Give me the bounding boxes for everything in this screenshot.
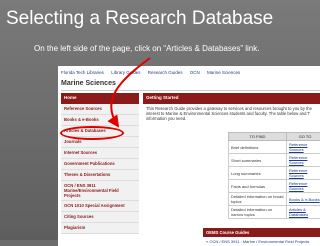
- slide-subtitle: On the left side of the page, click on “…: [34, 44, 259, 53]
- table-link[interactable]: Reference Sources: [286, 141, 320, 154]
- sidebar-item-government-publications[interactable]: Government Publications: [61, 159, 139, 170]
- sidebar-item-home[interactable]: Home: [61, 93, 139, 104]
- table-link[interactable]: Reference Sources: [286, 180, 320, 193]
- divider: [61, 90, 320, 91]
- slide-title: Selecting a Research Database: [6, 8, 273, 30]
- breadcrumb-item[interactable]: Florida Tech Libraries: [61, 70, 104, 75]
- sidebar-item-plagiarism[interactable]: Plagiarism: [61, 223, 139, 234]
- table-row: Long summaries Reference Sources: [229, 167, 320, 180]
- sidebar-item-special-assignment[interactable]: OCN 1010 Special Assignment: [61, 201, 139, 212]
- oems-header: OEMS Course Guides: [203, 228, 320, 237]
- table-cell: Short summaries: [229, 154, 287, 167]
- breadcrumb-item[interactable]: Research Guides: [148, 70, 183, 75]
- page-title: Marine Sciences: [61, 80, 116, 87]
- sidebar-item-field-projects[interactable]: OCN / ENS 3911 Marine/Environmental Fiel…: [61, 181, 139, 201]
- table-row: Brief definitions Reference Sources: [229, 141, 320, 154]
- slide-background: Selecting a Research Database On the lef…: [0, 0, 320, 240]
- oems-course-guides: OEMS Course Guides » OCN / ENS 3911 : Ma…: [203, 228, 320, 246]
- sidebar-item-citing-sources[interactable]: Citing Sources: [61, 212, 139, 223]
- breadcrumb-item[interactable]: OCN: [190, 70, 200, 75]
- table-row: Detailed information on broad topics Boo…: [229, 193, 320, 206]
- breadcrumb: Florida Tech Libraries Library Guides Re…: [61, 70, 246, 75]
- table-row: Detailed information on narrow topics Ar…: [229, 206, 320, 219]
- highlight-circle: [60, 126, 124, 140]
- table-cell: Detailed information on narrow topics: [229, 206, 287, 219]
- breadcrumb-item[interactable]: Marine Sciences: [207, 70, 240, 75]
- table-cell: Brief definitions: [229, 141, 287, 154]
- sidebar-item-reference-sources[interactable]: Reference Sources: [61, 104, 139, 115]
- table-header: GO TO: [286, 133, 320, 141]
- table-link[interactable]: Books & e-Books: [286, 193, 320, 206]
- library-guide-screenshot: Florida Tech Libraries Library Guides Re…: [58, 66, 320, 246]
- table-cell: Detailed information on broad topics: [229, 193, 287, 206]
- sidebar: Home Reference Sources Books & e-Books A…: [61, 93, 139, 234]
- getting-started-header: Getting Started: [143, 93, 320, 104]
- sidebar-item-internet-sources[interactable]: Internet Sources: [61, 148, 139, 159]
- table-header: TO FIND: [229, 133, 287, 141]
- sidebar-item-theses[interactable]: Theses & Dissertations: [61, 170, 139, 181]
- oems-link[interactable]: » OCN / ENS 3911 : Marine / Environmenta…: [203, 237, 320, 246]
- table-cell: Long summaries: [229, 167, 287, 180]
- breadcrumb-item[interactable]: Library Guides: [111, 70, 140, 75]
- table-link[interactable]: Articles & Databases: [286, 206, 320, 219]
- table-row: Facts and formulas Reference Sources: [229, 180, 320, 193]
- table-cell: Facts and formulas: [229, 180, 287, 193]
- sidebar-item-books[interactable]: Books & e-Books: [61, 115, 139, 126]
- table-row: Short summaries Reference Sources: [229, 154, 320, 167]
- find-goto-table: TO FIND GO TO Brief definitions Referenc…: [228, 132, 320, 219]
- table-link[interactable]: Reference Sources: [286, 167, 320, 180]
- table-link[interactable]: Reference Sources: [286, 154, 320, 167]
